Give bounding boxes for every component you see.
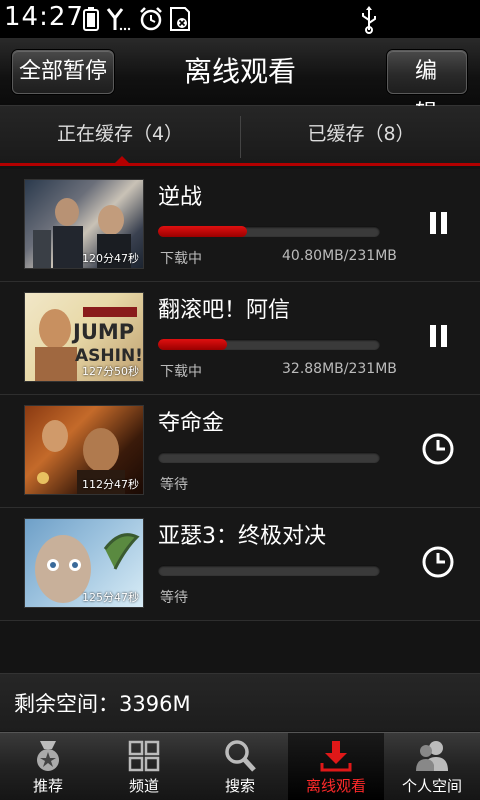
progress-bar [158, 565, 380, 576]
progress-bar [158, 226, 380, 237]
active-tab-indicator [114, 156, 130, 164]
nav-search[interactable]: 搜索 [192, 733, 288, 800]
video-thumbnail: JUMP ASHIN! 127分50秒 [24, 292, 144, 382]
list-item[interactable]: JUMP ASHIN! 127分50秒 翻滚吧！阿信 下载中 32.88MB/2… [0, 282, 480, 395]
edit-button[interactable]: 编 辑 [387, 50, 467, 126]
video-duration: 125分47秒 [82, 591, 139, 604]
video-thumbnail: 125分47秒 [24, 518, 144, 608]
clock-icon[interactable] [420, 431, 456, 467]
people-icon [416, 741, 448, 771]
video-thumbnail: 112分47秒 [24, 405, 144, 495]
tab-downloaded[interactable]: 已缓存（8） [241, 106, 480, 163]
storage-info: 剩余空间：3396M [0, 673, 480, 731]
nav-label: 推荐 [32, 777, 63, 795]
download-status: 等待 [160, 590, 188, 606]
alarm-icon [140, 7, 162, 31]
title-bar: 全部暂停 离线观看 编 辑 [0, 38, 480, 126]
download-size: 32.88MB/231MB [282, 361, 397, 377]
nav-channels[interactable]: 频道 [96, 733, 192, 800]
nav-offline[interactable]: 离线观看 [288, 733, 384, 800]
nav-label: 搜索 [224, 777, 255, 795]
video-thumbnail: 120分47秒 [24, 179, 144, 269]
video-title: 逆战 [158, 185, 203, 210]
nav-profile[interactable]: 个人空间 [384, 733, 480, 800]
tab-downloading[interactable]: 正在缓存（4） [0, 106, 240, 163]
nav-label: 离线观看 [305, 777, 366, 795]
grid-icon [128, 740, 160, 772]
progress-bar [158, 452, 380, 463]
tab-bar: 正在缓存（4） 已缓存（8） [0, 106, 480, 166]
nav-label: 个人空间 [401, 777, 462, 795]
video-title: 翻滚吧！阿信 [158, 298, 291, 323]
video-duration: 112分47秒 [82, 478, 139, 491]
list-item[interactable]: 120分47秒 逆战 下载中 40.80MB/231MB [0, 169, 480, 282]
download-icon [320, 741, 352, 772]
battery-icon [83, 7, 99, 31]
download-status: 等待 [160, 477, 188, 493]
nav-label: 频道 [128, 777, 159, 795]
usb-icon [362, 6, 376, 34]
search-icon [225, 740, 256, 772]
download-size: 40.80MB/231MB [282, 248, 397, 264]
download-status: 下载中 [160, 251, 202, 267]
video-title: 夺命金 [158, 411, 225, 436]
video-title: 亚瑟3：终极对决 [158, 524, 326, 549]
video-duration: 120分47秒 [82, 252, 139, 265]
list-item[interactable]: 112分47秒 夺命金 等待 [0, 395, 480, 508]
status-time: 14:27 [4, 2, 84, 32]
status-bar: 14:27 [0, 0, 480, 38]
medal-icon [37, 741, 59, 771]
bottom-nav: 推荐 频道 搜索 离线观看 个人空间 [0, 732, 480, 800]
storage-remaining: 剩余空间：3396M [14, 692, 191, 716]
list-item[interactable]: 125分47秒 亚瑟3：终极对决 等待 [0, 508, 480, 621]
svg-text:JUMP: JUMP [71, 320, 134, 344]
nav-recommend[interactable]: 推荐 [0, 733, 96, 800]
download-status: 下载中 [160, 364, 202, 380]
progress-bar [158, 339, 380, 350]
download-list: 120分47秒 逆战 下载中 40.80MB/231MB JUMP ASHIN!… [0, 169, 480, 621]
pause-icon[interactable] [420, 205, 456, 241]
pause-icon[interactable] [420, 318, 456, 354]
video-duration: 127分50秒 [82, 365, 139, 378]
sd-card-icon [170, 7, 190, 31]
signal-icon [106, 8, 131, 31]
clock-icon[interactable] [420, 544, 456, 580]
progress-fill [158, 226, 247, 237]
progress-fill [158, 339, 227, 350]
